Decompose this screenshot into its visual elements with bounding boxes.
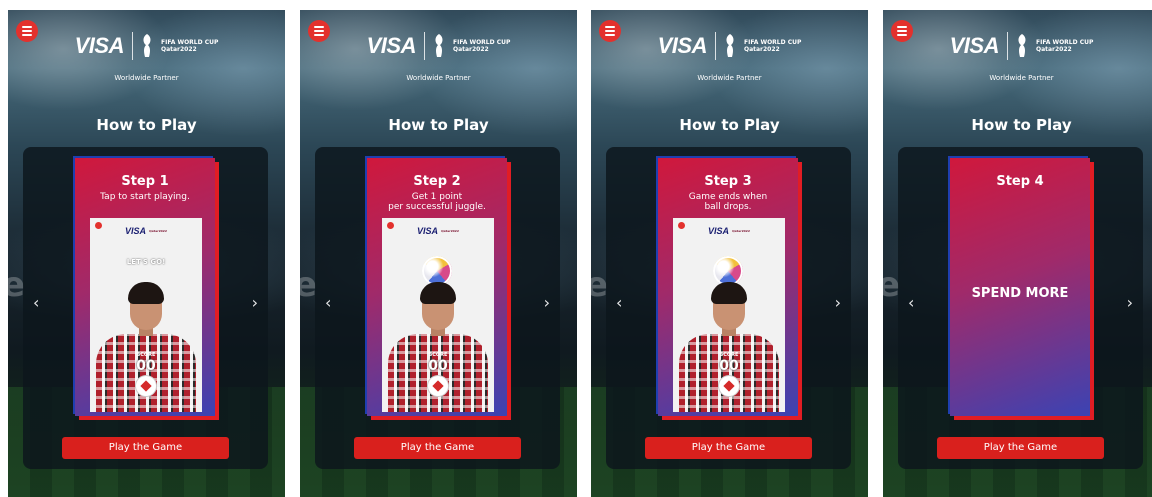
preview-logo: VISA Qatar2022 (417, 226, 459, 236)
preview-logo: VISA Qatar2022 (125, 226, 167, 236)
screen-step-2: e VISA FIFA WORLD CUP Qatar2022 Worldwide… (300, 10, 577, 497)
play-the-game-button[interactable]: Play the Game (354, 437, 521, 459)
instructions-panel: ‹ › Step 1 Tap to start playing. VISA Qa… (23, 147, 268, 469)
chevron-right-icon[interactable]: › (835, 293, 841, 312)
partner-label: Worldwide Partner (989, 74, 1054, 82)
fifa-world-cup-logo: FIFA WORLD CUP Qatar2022 (452, 39, 511, 53)
step-description: Tap to start playing. (100, 192, 190, 202)
chevron-left-icon[interactable]: ‹ (616, 293, 622, 312)
trophy-icon (143, 34, 151, 57)
visa-logo: VISA (657, 33, 708, 58)
header-logo: VISA FIFA WORLD CUP Qatar2022 (591, 32, 868, 60)
how-to-play-title: How to Play (971, 116, 1072, 134)
visa-logo: VISA (366, 33, 417, 58)
background-ghost-text: e (8, 265, 25, 305)
screen-step-4: e VISA FIFA WORLD CUP Qatar2022 Worldwide… (883, 10, 1152, 497)
trophy-icon (726, 34, 734, 57)
preview-lets-go-text: LET'S GO! (126, 258, 166, 266)
visa-logo: VISA (949, 33, 1000, 58)
instructions-panel: ‹ › Step 2 Get 1 point per successful jug… (315, 147, 560, 469)
step-card: Step 4 SPEND MORE (950, 158, 1090, 416)
partner-label: Worldwide Partner (114, 74, 179, 82)
background-ghost-text: e (591, 265, 608, 305)
step-description: Game ends when ball drops. (688, 192, 768, 212)
phone-preview: VISA Qatar2022 SCORE 00 (673, 218, 785, 412)
step-card: Step 3 Game ends when ball drops. VISA Qa… (658, 158, 798, 416)
chevron-right-icon[interactable]: › (544, 293, 550, 312)
trophy-icon (1018, 34, 1026, 57)
screen-step-1: e VISA FIFA WORLD CUP Qatar2022 Worldwide… (8, 10, 285, 497)
trophy-icon (435, 34, 443, 57)
play-the-game-button[interactable]: Play the Game (645, 437, 812, 459)
player-photo: SCORE 00 (673, 282, 785, 412)
phone-preview: VISA Qatar2022 LET'S GO! SCORE 00 (90, 218, 202, 412)
step-title: Step 1 (121, 174, 169, 189)
header-logo: VISA FIFA WORLD CUP Qatar2022 (883, 32, 1152, 60)
chevron-right-icon[interactable]: › (252, 293, 258, 312)
partner-label: Worldwide Partner (406, 74, 471, 82)
tap-button-icon (719, 376, 739, 396)
logo-divider (714, 32, 716, 60)
play-the-game-button[interactable]: Play the Game (62, 437, 229, 459)
player-photo: SCORE 00 (382, 282, 494, 412)
step-card: Step 2 Get 1 point per successful juggle.… (367, 158, 507, 416)
screens-container: e VISA FIFA WORLD CUP Qatar2022 Worldwide… (0, 0, 1152, 497)
screen-step-3: e VISA FIFA WORLD CUP Qatar2022 Worldwide… (591, 10, 868, 497)
chevron-left-icon[interactable]: ‹ (325, 293, 331, 312)
step-description: Get 1 point per successful juggle. (388, 192, 486, 212)
preview-score-value: 00 (428, 358, 448, 374)
partner-label: Worldwide Partner (697, 74, 762, 82)
background-ghost-text: e (300, 265, 317, 305)
fifa-world-cup-logo: FIFA WORLD CUP Qatar2022 (1035, 39, 1094, 53)
step-title: Step 2 (413, 174, 461, 189)
chevron-left-icon[interactable]: ‹ (908, 293, 914, 312)
chevron-left-icon[interactable]: ‹ (33, 293, 39, 312)
step-title: Step 3 (704, 174, 752, 189)
tap-button-icon (428, 376, 448, 396)
spend-more-text: SPEND MORE (971, 286, 1069, 301)
logo-divider (131, 32, 133, 60)
tap-button-icon (136, 376, 156, 396)
background-ghost-text: e (883, 265, 900, 305)
fifa-world-cup-logo: FIFA WORLD CUP Qatar2022 (160, 39, 219, 53)
play-the-game-button[interactable]: Play the Game (937, 437, 1104, 459)
phone-preview: VISA Qatar2022 SCORE 00 (382, 218, 494, 412)
how-to-play-title: How to Play (96, 116, 197, 134)
fifa-world-cup-logo: FIFA WORLD CUP Qatar2022 (743, 39, 802, 53)
logo-divider (423, 32, 425, 60)
step-card: Step 1 Tap to start playing. VISA Qatar2… (75, 158, 215, 416)
chevron-right-icon[interactable]: › (1127, 293, 1133, 312)
instructions-panel: ‹ › Step 3 Game ends when ball drops. VIS… (606, 147, 851, 469)
step-title: Step 4 (996, 174, 1044, 189)
preview-score-value: 00 (136, 358, 156, 374)
how-to-play-title: How to Play (679, 116, 780, 134)
preview-logo: VISA Qatar2022 (708, 226, 750, 236)
preview-score-value: 00 (719, 358, 739, 374)
header-logo: VISA FIFA WORLD CUP Qatar2022 (8, 32, 285, 60)
logo-divider (1006, 32, 1008, 60)
how-to-play-title: How to Play (388, 116, 489, 134)
header-logo: VISA FIFA WORLD CUP Qatar2022 (300, 32, 577, 60)
instructions-panel: ‹ › Step 4 SPEND MORE Play the Game (898, 147, 1143, 469)
visa-logo: VISA (74, 33, 125, 58)
player-photo: SCORE 00 (90, 282, 202, 412)
